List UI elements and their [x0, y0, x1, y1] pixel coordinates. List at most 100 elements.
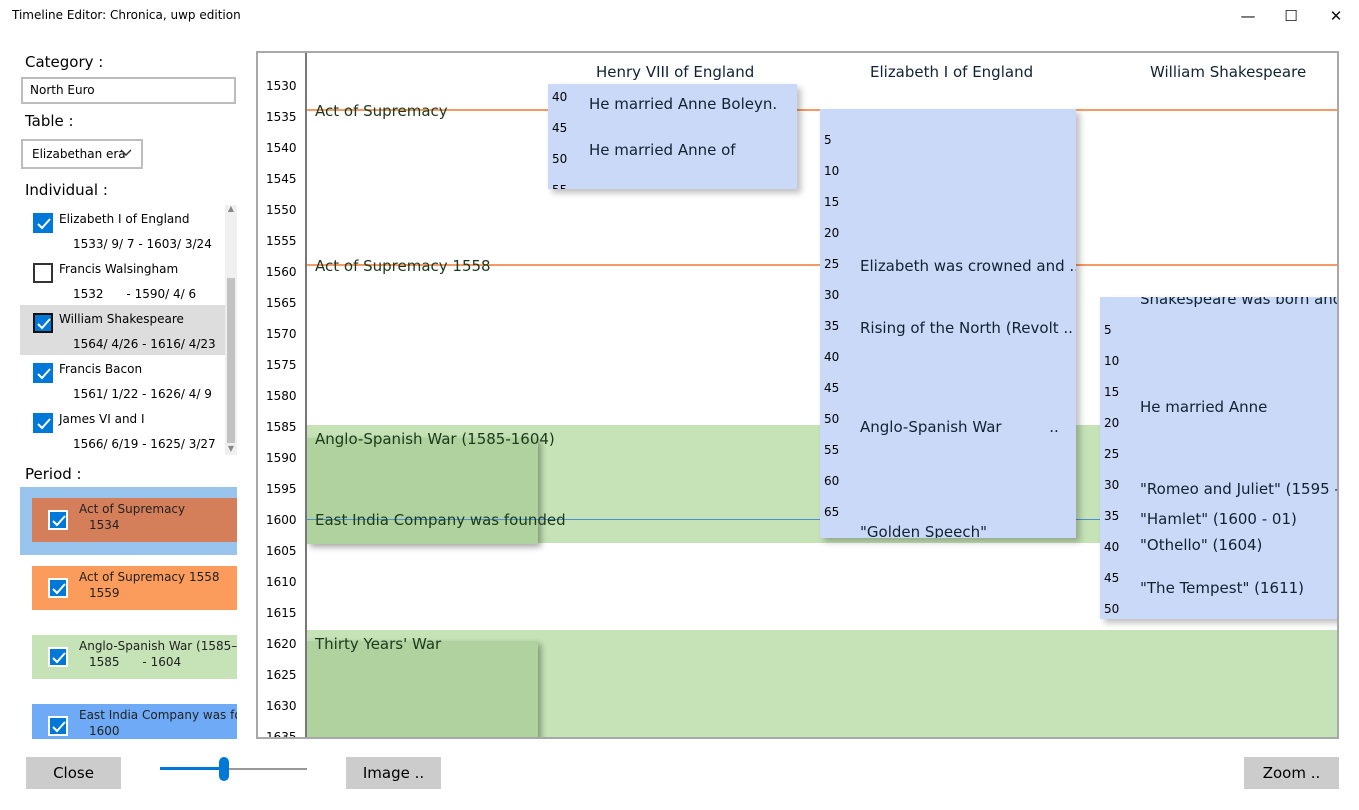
year-axis [305, 53, 307, 737]
period-item-east-india[interactable]: East India Company was founded 1600 [20, 691, 237, 739]
period-name: Act of Supremacy 1558 [79, 570, 220, 584]
year-label: 1590 [266, 451, 297, 465]
checkbox[interactable] [48, 647, 68, 667]
checkbox[interactable] [33, 413, 53, 433]
event-act-of-supremacy-1558[interactable]: Act of Supremacy 1558 [315, 257, 491, 275]
individual-item-james[interactable]: James VI and I 1566/ 6/19 - 1625/ 3/27 [20, 405, 225, 455]
minimize-button[interactable]: — [1225, 0, 1271, 32]
checkbox[interactable] [48, 578, 68, 598]
event-anglo-spanish-war[interactable]: Anglo-Spanish War (1585-1604) [315, 430, 555, 448]
year-label: 1615 [266, 606, 297, 620]
person-event[interactable]: He married Anne [1140, 398, 1267, 416]
period-name: Act of Supremacy [79, 502, 186, 516]
age-tick: 5 [1104, 323, 1112, 337]
age-tick: 40 [552, 90, 568, 104]
close-window-button[interactable]: ✕ [1313, 0, 1359, 32]
person-event[interactable]: "Romeo and Juliet" (1595 -.. [1140, 480, 1337, 498]
year-label: 1605 [266, 544, 297, 558]
age-tick: 60 [824, 474, 840, 488]
year-label: 1580 [266, 389, 297, 403]
event-east-india-company[interactable]: East India Company was founded [315, 511, 566, 529]
checkbox[interactable] [33, 313, 53, 333]
period-date: 1585 - 1604 [89, 655, 182, 669]
age-tick: 10 [824, 164, 840, 178]
person-event[interactable]: Shakespeare was born and .. [1140, 297, 1337, 308]
person-event[interactable]: Anglo-Spanish War .. [860, 418, 1059, 436]
category-label: Category : [25, 53, 104, 71]
table-dropdown-value: Elizabethan era [32, 147, 126, 161]
event-act-of-supremacy[interactable]: Act of Supremacy [315, 102, 448, 120]
checkbox[interactable] [48, 510, 68, 530]
person-event[interactable]: He married Anne Boleyn. [589, 95, 777, 113]
individual-item-shakespeare[interactable]: William Shakespeare 1564/ 4/26 - 1616/ 4… [20, 305, 225, 355]
period-item-act-supremacy[interactable]: Act of Supremacy 1534 [20, 487, 237, 555]
age-tick: 40 [1104, 540, 1120, 554]
year-label: 1565 [266, 296, 297, 310]
person-event[interactable]: Rising of the North (Revolt .. [860, 319, 1073, 337]
individual-name: James VI and I [59, 412, 145, 426]
individual-dates: 1564/ 4/26 - 1616/ 4/23 [73, 337, 216, 351]
individual-list[interactable]: Elizabeth I of England 1533/ 9/ 7 - 1603… [20, 205, 237, 455]
individual-item-walsingham[interactable]: Francis Walsingham 1532 - 1590/ 4/ 6 [20, 255, 225, 305]
age-tick: 45 [824, 381, 840, 395]
close-button[interactable]: Close [26, 757, 121, 789]
person-box-henry[interactable]: 40 45 50 55 He married Anne Boleyn. He m… [548, 84, 797, 189]
person-event[interactable]: Elizabeth was crowned and .. [860, 257, 1076, 275]
individual-dates: 1566/ 6/19 - 1625/ 3/27 [73, 437, 216, 451]
person-event[interactable]: "Othello" (1604) [1140, 536, 1262, 554]
zoom-button[interactable]: Zoom .. [1244, 757, 1339, 789]
zoom-slider-thumb[interactable] [219, 757, 229, 781]
category-input[interactable]: North Euro [21, 77, 236, 104]
individual-dates: 1533/ 9/ 7 - 1603/ 3/24 [73, 237, 212, 251]
period-name: East India Company was founded [79, 708, 237, 722]
year-label: 1575 [266, 358, 297, 372]
year-label: 1570 [266, 327, 297, 341]
individual-name: Francis Walsingham [59, 262, 179, 276]
person-box-elizabeth[interactable]: 5 10 15 20 25 30 35 40 45 50 55 60 65 El… [820, 109, 1076, 538]
age-tick: 5 [824, 133, 832, 147]
person-event[interactable]: "The Tempest" (1611) [1140, 579, 1304, 597]
checkbox[interactable] [33, 213, 53, 233]
table-dropdown[interactable]: Elizabethan era [21, 139, 143, 169]
age-tick: 50 [552, 152, 568, 166]
scroll-up-icon[interactable]: ▲ [225, 204, 237, 213]
person-event[interactable]: "Hamlet" (1600 - 01) [1140, 510, 1297, 528]
year-label: 1585 [266, 420, 297, 434]
band-shadow [307, 641, 538, 737]
age-tick: 25 [1104, 447, 1120, 461]
scroll-thumb[interactable] [227, 278, 235, 443]
image-button[interactable]: Image .. [346, 757, 441, 789]
year-label: 1545 [266, 172, 297, 186]
checkbox[interactable] [33, 363, 53, 383]
year-label: 1630 [266, 699, 297, 713]
year-label: 1620 [266, 637, 297, 651]
column-header-henry: Henry VIII of England [596, 63, 755, 81]
individual-item-bacon[interactable]: Francis Bacon 1561/ 1/22 - 1626/ 4/ 9 [20, 355, 225, 405]
individual-item-elizabeth[interactable]: Elizabeth I of England 1533/ 9/ 7 - 1603… [20, 205, 225, 255]
checkbox[interactable] [33, 263, 53, 283]
period-list[interactable]: Act of Supremacy 1534 Act of Supremacy 1… [20, 487, 237, 739]
period-date: 1534 [89, 518, 120, 532]
maximize-button[interactable]: ☐ [1268, 0, 1314, 32]
period-date: 1600 [89, 724, 120, 738]
year-label: 1600 [266, 513, 297, 527]
period-item-act-supremacy-1558[interactable]: Act of Supremacy 1558 1559 [20, 555, 237, 623]
year-label: 1550 [266, 203, 297, 217]
age-tick: 30 [824, 288, 840, 302]
scroll-down-icon[interactable]: ▼ [225, 444, 237, 453]
age-tick: 45 [552, 121, 568, 135]
person-event[interactable]: He married Anne of [589, 141, 736, 159]
individual-name: Elizabeth I of England [59, 212, 190, 226]
event-thirty-years-war[interactable]: Thirty Years' War [315, 635, 441, 653]
age-tick: 35 [1104, 509, 1120, 523]
age-tick: 50 [824, 412, 840, 426]
age-tick: 50 [1104, 602, 1120, 616]
person-box-shakespeare[interactable]: 5 10 15 20 25 30 35 40 45 50 Shakespeare… [1100, 297, 1337, 619]
timeline-canvas[interactable]: 1530 1535 1540 1545 1550 1555 1560 1565 … [256, 51, 1339, 739]
individual-dates: 1532 - 1590/ 4/ 6 [73, 287, 197, 301]
checkbox[interactable] [48, 716, 68, 736]
individual-name: William Shakespeare [59, 312, 184, 326]
year-label: 1540 [266, 141, 297, 155]
person-event[interactable]: "Golden Speech" [860, 523, 987, 538]
period-item-anglo-spanish[interactable]: Anglo-Spanish War (1585–1604) 1585 - 160… [20, 623, 237, 691]
